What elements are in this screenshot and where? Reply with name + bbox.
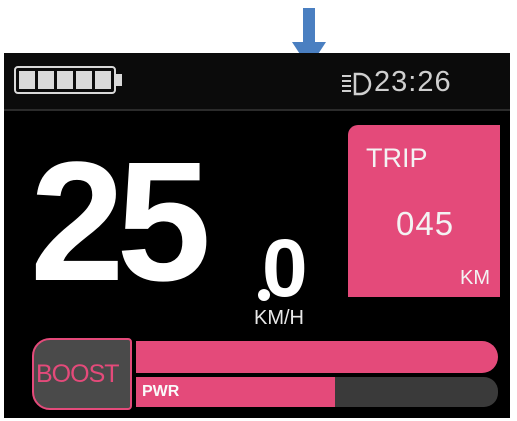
clock: 23:26	[374, 66, 452, 98]
speed-value: 25	[30, 127, 211, 317]
headlight-icon	[342, 72, 372, 96]
battery-segment	[57, 71, 73, 89]
assist-level-bar	[136, 341, 498, 373]
ebike-display: 23:26 25 0 KM/H TRIP 045 KM BOOST PWR	[4, 53, 510, 418]
battery-icon	[14, 66, 122, 94]
boost-label: BOOST	[36, 360, 120, 388]
trip-unit: KM	[460, 267, 490, 289]
speed-decimal: 0	[262, 223, 308, 314]
power-bar: PWR	[136, 377, 498, 407]
arrow-shaft	[303, 8, 315, 44]
trip-value: 045	[396, 205, 455, 242]
power-label: PWR	[142, 383, 180, 400]
trip-panel[interactable]: TRIP 045 KM	[348, 125, 500, 297]
divider	[4, 109, 510, 111]
boost-button[interactable]: BOOST	[32, 338, 132, 410]
status-bar: 23:26	[4, 53, 510, 109]
battery-segment	[95, 71, 111, 89]
speed-unit: KM/H	[254, 307, 304, 329]
battery-segment	[38, 71, 54, 89]
battery-segment	[76, 71, 92, 89]
trip-label: TRIP	[366, 143, 428, 173]
battery-segment	[19, 71, 35, 89]
